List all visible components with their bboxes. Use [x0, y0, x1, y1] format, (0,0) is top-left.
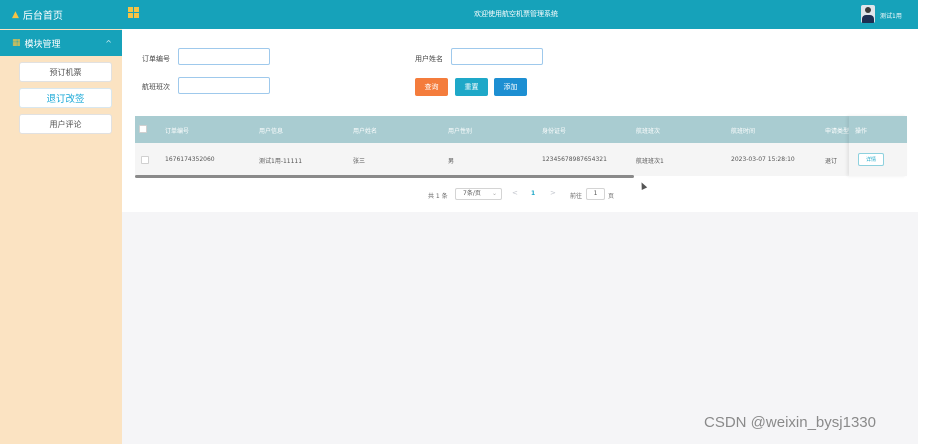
page-title: 欢迎使用航空机票管理系统: [474, 10, 558, 18]
avatar[interactable]: [861, 5, 875, 23]
sidebar-item-label: 退订改签: [46, 94, 85, 105]
goto-label: 前往: [570, 193, 583, 200]
flight-input[interactable]: [178, 77, 270, 94]
page-number-current[interactable]: 1: [531, 190, 535, 197]
table-row[interactable]: 1676174352060 测试1用-11111 张三 男 1234567898…: [135, 143, 907, 176]
sidebar-item-label: 用户评论: [49, 119, 82, 129]
page-size-value: 7条/页: [463, 190, 481, 197]
reset-button[interactable]: 重置: [455, 78, 488, 96]
chevron-up-icon: ^: [105, 38, 112, 48]
module-icon: ▦: [12, 38, 21, 48]
cell-user-info: 测试1用-11111: [259, 158, 303, 165]
detail-button-label: 详情: [865, 157, 876, 163]
sidebar-item-label: 预订机票: [49, 67, 82, 77]
sidebar: ▲ 后台首页 ▦ 模块管理 ^ 预订机票 退订改签 用户评论: [0, 0, 122, 444]
query-button-label: 查询: [424, 83, 439, 91]
page-suffix: 页: [608, 193, 615, 200]
query-button[interactable]: 查询: [415, 78, 448, 96]
column-header[interactable]: 航班班次: [636, 126, 660, 135]
username-label[interactable]: 测试1用: [880, 11, 902, 20]
top-header: 欢迎使用航空机票管理系统 测试1用: [122, 0, 918, 29]
sidebar-item-home-label: 后台首页: [22, 11, 63, 22]
column-header[interactable]: 身份证号: [542, 126, 566, 135]
sidebar-item-refund-change[interactable]: 退订改签: [19, 88, 112, 108]
prev-page-button[interactable]: <: [512, 189, 518, 197]
cell-flight-time: 2023-03-07 15:28:10: [731, 156, 795, 163]
column-header-action: 操作: [855, 128, 868, 135]
flight-label: 航班班次: [142, 83, 170, 91]
sidebar-group-label: 模块管理: [24, 39, 61, 50]
sidebar-group-modules[interactable]: ▦ 模块管理 ^: [0, 30, 122, 56]
user-name-label: 用户姓名: [415, 55, 443, 63]
watermark: CSDN @weixin_bysj1330: [704, 414, 876, 431]
page-size-select[interactable]: 7条/页 ⌄: [455, 188, 502, 200]
order-no-input[interactable]: [178, 48, 270, 65]
cell-id-card: 12345678987654321: [542, 156, 607, 163]
chevron-down-icon: ⌄: [491, 190, 497, 197]
reset-button-label: 重置: [464, 83, 479, 91]
detail-button[interactable]: 详情: [858, 153, 884, 166]
cell-gender: 男: [448, 158, 455, 165]
table-horizontal-scrollbar[interactable]: [135, 175, 634, 178]
column-header[interactable]: 订单编号: [165, 126, 189, 135]
cell-order-no: 1676174352060: [165, 156, 215, 163]
column-header[interactable]: 航班时间: [731, 126, 755, 135]
table-header: 订单编号 用户信息 用户姓名 用户性别 身份证号 航班班次 航班时间 申请类型: [135, 116, 907, 143]
row-checkbox[interactable]: [141, 156, 149, 164]
sidebar-item-book-ticket[interactable]: 预订机票: [19, 62, 112, 82]
fixed-action-column: [849, 116, 907, 176]
column-header[interactable]: 用户性别: [448, 126, 472, 135]
cell-user-name: 张三: [353, 158, 366, 165]
column-header[interactable]: 用户信息: [259, 126, 283, 135]
cell-apply-type: 退订: [825, 158, 838, 165]
order-no-label: 订单编号: [142, 55, 170, 63]
cell-flight: 航班班次1: [636, 158, 664, 165]
sidebar-item-user-comments[interactable]: 用户评论: [19, 114, 112, 134]
menu-grid-icon[interactable]: [128, 7, 139, 18]
select-all-checkbox[interactable]: [139, 125, 147, 133]
sidebar-item-home[interactable]: ▲ 后台首页: [0, 0, 122, 29]
column-header[interactable]: 用户姓名: [353, 126, 377, 135]
pagination-total: 共 1 条: [428, 193, 448, 200]
next-page-button[interactable]: >: [550, 189, 556, 197]
home-icon: ▲: [12, 9, 19, 20]
goto-page-input[interactable]: 1: [586, 188, 605, 200]
add-button[interactable]: 添加: [494, 78, 527, 96]
add-button-label: 添加: [503, 83, 518, 91]
column-header[interactable]: 申请类型: [825, 126, 849, 135]
user-name-input[interactable]: [451, 48, 543, 65]
